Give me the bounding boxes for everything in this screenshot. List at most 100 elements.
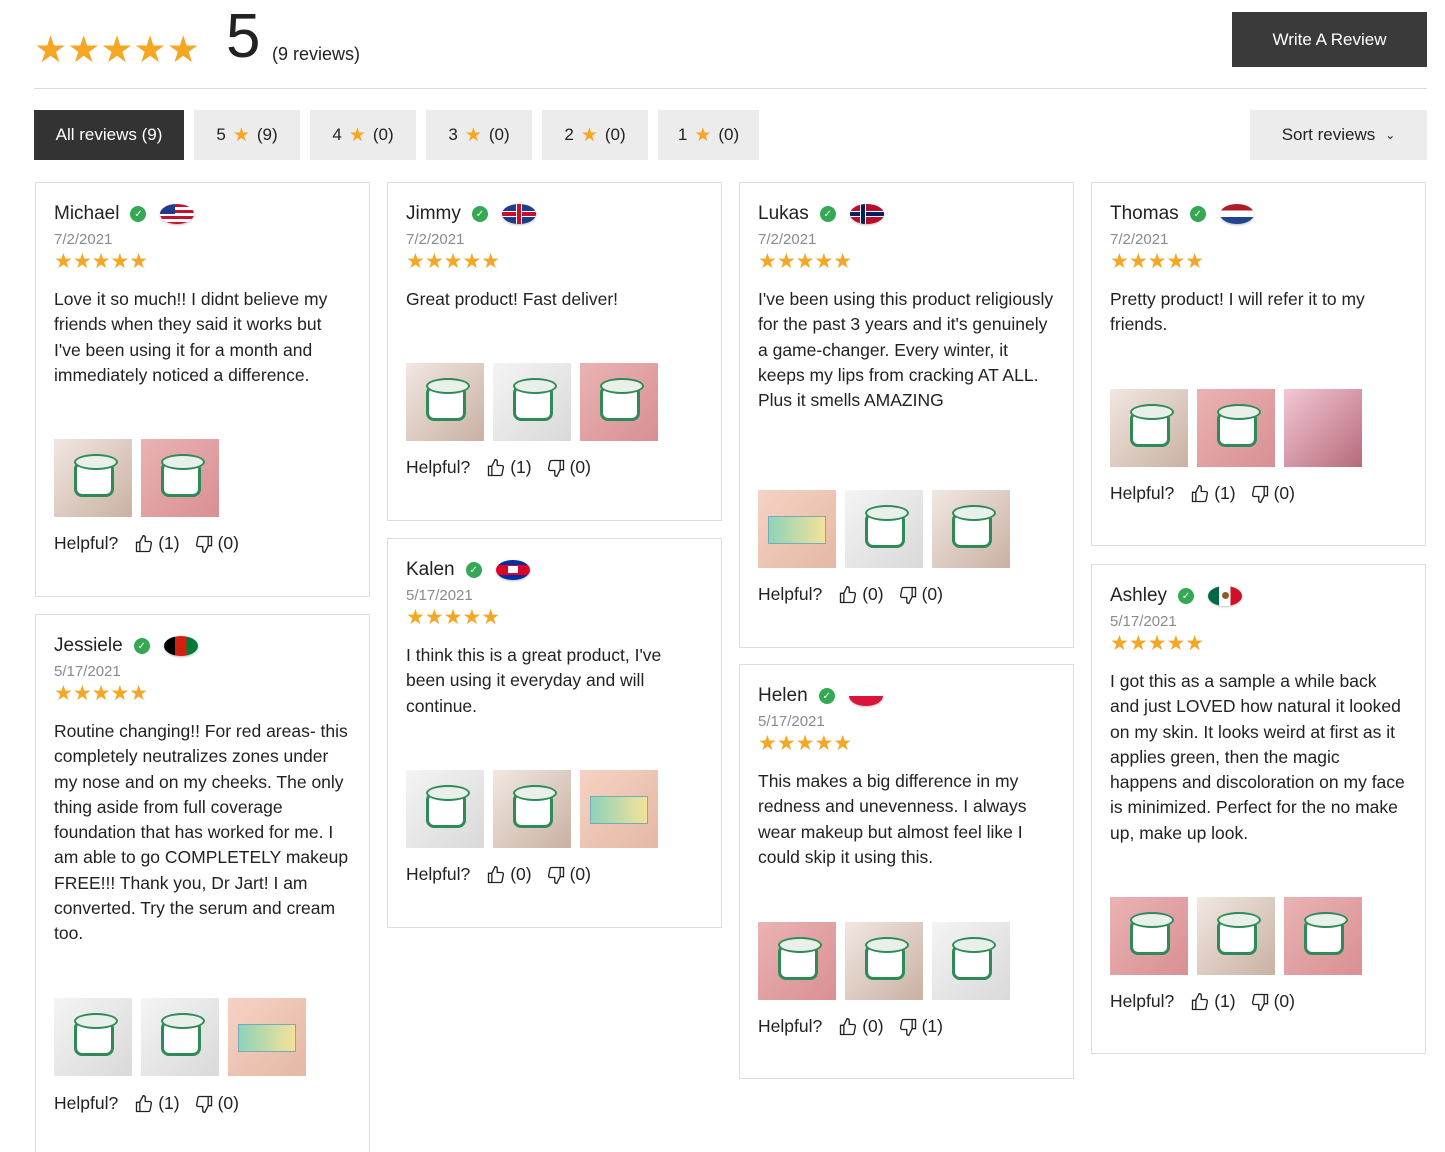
thumbs-down-button[interactable]: (0) bbox=[1250, 483, 1295, 504]
helpful-votes: Helpful? (0) (0) bbox=[406, 864, 605, 885]
review-photo[interactable] bbox=[1197, 389, 1275, 467]
verified-check-icon: ✓ bbox=[471, 206, 488, 222]
review-photo[interactable] bbox=[932, 490, 1010, 568]
thumbs-down-button[interactable]: (0) bbox=[194, 1093, 239, 1114]
thumbs-up-icon bbox=[1192, 992, 1209, 1010]
reviewer-name: Thomas bbox=[1110, 203, 1179, 224]
review-photo[interactable] bbox=[580, 770, 658, 848]
review-photos bbox=[1110, 389, 1362, 467]
thumbs-up-button[interactable]: (1) bbox=[134, 1093, 180, 1114]
review-photo[interactable] bbox=[493, 770, 571, 848]
review-photo[interactable] bbox=[1110, 897, 1188, 975]
review-stars: ★★★★★ bbox=[54, 250, 149, 273]
thumbs-up-button[interactable]: (1) bbox=[1190, 991, 1236, 1012]
thumbs-up-button[interactable]: (0) bbox=[486, 864, 532, 885]
thumbs-up-button[interactable]: (0) bbox=[838, 1016, 884, 1037]
rating-filters: All reviews (9) 5 ★ (9) 4 ★ (0) 3 ★ (0) … bbox=[34, 110, 769, 160]
review-date: 7/2/2021 bbox=[1110, 231, 1169, 248]
review-stars: ★★★★★ bbox=[758, 250, 853, 273]
review-photos bbox=[406, 363, 658, 441]
helpful-up-count: (1) bbox=[1214, 991, 1236, 1011]
helpful-up-count: (1) bbox=[510, 457, 532, 477]
review-card: Kalen ✓ 5/17/2021 ★★★★★ I think this is … bbox=[387, 538, 722, 928]
thumbs-down-button[interactable]: (0) bbox=[1250, 991, 1295, 1012]
review-card: Helen ✓ 5/17/2021 ★★★★★ This makes a big… bbox=[739, 664, 1074, 1079]
review-photo[interactable] bbox=[141, 439, 219, 517]
filter-1-star[interactable]: 1 ★ (0) bbox=[658, 110, 759, 160]
review-photo[interactable] bbox=[54, 998, 132, 1076]
average-rating-stars: ★★★★★ bbox=[34, 29, 200, 70]
mexico-flag-icon bbox=[1208, 586, 1243, 606]
review-photo[interactable] bbox=[580, 363, 658, 441]
thumbs-down-button[interactable]: (1) bbox=[898, 1016, 943, 1037]
poland-flag-icon bbox=[848, 686, 883, 706]
helpful-votes: Helpful? (0) (1) bbox=[758, 1016, 957, 1037]
review-text: Routine changing!! For red areas- this c… bbox=[54, 721, 349, 944]
reviewer-name: Jessiele bbox=[54, 635, 123, 656]
review-text: I got this as a sample a while back and … bbox=[1110, 671, 1405, 843]
review-photo[interactable] bbox=[845, 922, 923, 1000]
review-photo[interactable] bbox=[1284, 897, 1362, 975]
thumbs-down-button[interactable]: (0) bbox=[546, 457, 591, 478]
thumbs-up-button[interactable]: (1) bbox=[486, 457, 532, 478]
sort-label: Sort reviews bbox=[1281, 125, 1376, 144]
thumbs-up-button[interactable]: (1) bbox=[134, 533, 180, 554]
thumbs-up-button[interactable]: (1) bbox=[1190, 483, 1236, 504]
review-photo[interactable] bbox=[845, 490, 923, 568]
helpful-down-count: (0) bbox=[217, 533, 239, 553]
review-photo[interactable] bbox=[141, 998, 219, 1076]
afghanistan-flag-icon bbox=[163, 636, 198, 656]
helpful-votes: Helpful? (1) (0) bbox=[406, 457, 605, 478]
filter-3-star[interactable]: 3 ★ (0) bbox=[426, 110, 532, 160]
review-stars: ★★★★★ bbox=[406, 250, 501, 273]
filter-4-star[interactable]: 4 ★ (0) bbox=[310, 110, 416, 160]
thumbs-down-button[interactable]: (0) bbox=[898, 584, 943, 605]
filter-2-star[interactable]: 2 ★ (0) bbox=[542, 110, 648, 160]
review-photo[interactable] bbox=[228, 998, 306, 1076]
thumbs-down-button[interactable]: (0) bbox=[194, 533, 239, 554]
reviewer-name: Lukas bbox=[758, 203, 809, 224]
star-icon: ★ bbox=[580, 124, 598, 146]
filter-5-star[interactable]: 5 ★ (9) bbox=[194, 110, 300, 160]
thumbs-up-icon bbox=[840, 1017, 857, 1035]
review-photos bbox=[758, 490, 1010, 568]
review-stars: ★★★★★ bbox=[406, 606, 501, 629]
review-date: 7/2/2021 bbox=[54, 231, 113, 248]
review-photo[interactable] bbox=[932, 922, 1010, 1000]
review-text: I've been using this product religiously… bbox=[758, 289, 1054, 411]
cambodia-flag-icon bbox=[495, 560, 530, 580]
review-count: (9 reviews) bbox=[272, 44, 361, 64]
helpful-label: Helpful? bbox=[406, 864, 471, 884]
thumbs-down-icon bbox=[899, 1018, 916, 1036]
review-photo[interactable] bbox=[1284, 389, 1362, 467]
review-photo[interactable] bbox=[406, 770, 484, 848]
review-photo[interactable] bbox=[406, 363, 484, 441]
review-photo[interactable] bbox=[1197, 897, 1275, 975]
filter-count: (0) bbox=[604, 125, 626, 144]
review-photos bbox=[758, 922, 1010, 1000]
verified-check-icon: ✓ bbox=[1189, 206, 1206, 222]
review-photo[interactable] bbox=[493, 363, 571, 441]
review-text: Love it so much!! I didnt believe my fri… bbox=[54, 289, 328, 385]
chevron-down-icon: ⌄ bbox=[1385, 128, 1396, 142]
helpful-label: Helpful? bbox=[758, 584, 823, 604]
thumbs-up-button[interactable]: (0) bbox=[838, 584, 884, 605]
write-review-button[interactable]: Write A Review bbox=[1232, 12, 1427, 67]
reviewer-name: Kalen bbox=[406, 559, 455, 580]
helpful-down-count: (0) bbox=[569, 864, 591, 884]
review-photo[interactable] bbox=[758, 490, 836, 568]
helpful-up-count: (1) bbox=[1214, 483, 1236, 503]
helpful-label: Helpful? bbox=[54, 533, 119, 553]
review-card: Thomas ✓ 7/2/2021 ★★★★★ Pretty product! … bbox=[1091, 182, 1426, 546]
verified-check-icon: ✓ bbox=[819, 206, 836, 222]
review-photo[interactable] bbox=[758, 922, 836, 1000]
review-photo[interactable] bbox=[54, 439, 132, 517]
thumbs-down-icon bbox=[547, 866, 564, 884]
helpful-down-count: (0) bbox=[569, 457, 591, 477]
thumbs-down-button[interactable]: (0) bbox=[546, 864, 591, 885]
reviewer-name: Helen bbox=[758, 685, 808, 706]
review-card: Lukas ✓ 7/2/2021 ★★★★★ I've been using t… bbox=[739, 182, 1074, 648]
review-photo[interactable] bbox=[1110, 389, 1188, 467]
filter-all-reviews[interactable]: All reviews (9) bbox=[34, 110, 184, 160]
sort-reviews-dropdown[interactable]: Sort reviews ⌄ bbox=[1250, 110, 1427, 160]
